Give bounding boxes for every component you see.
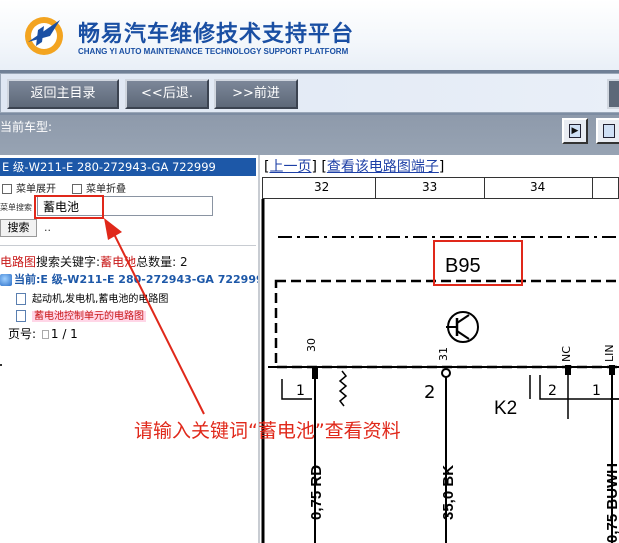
page-label: 页号: [8,327,37,341]
column-number: 33 [422,180,438,194]
annotation-text: 请输入关键词“蓄电池”查看资料 [134,420,401,442]
highlight-box [34,195,104,219]
relay-label: K2 [494,398,518,419]
menu-collapse[interactable]: 菜单折叠 [72,180,126,195]
prev-page-link[interactable]: 上一页 [269,159,311,175]
back-button[interactable]: <<后退. [125,79,209,109]
highlight-box [433,240,523,286]
column-divider [375,177,376,199]
logo-icon [25,17,63,55]
main-menu-button[interactable]: 返回主目录 [7,79,119,109]
arrow-icon [104,218,205,415]
menu-collapse-label: 菜单折叠 [86,184,126,195]
toolbar: 返回主目录 <<后退. >>前进 [0,70,619,115]
pin-number: 1 [592,383,601,399]
forward-button[interactable]: >>前进 [214,79,298,109]
pin-label: 31 [437,347,450,361]
pin-number: 2 [548,383,557,399]
column-divider [484,177,485,199]
pin-number: 2 [424,382,436,403]
brand-title: 畅易汽车维修技术支持平台 [78,22,355,47]
pin-number: 1 [296,383,305,399]
diagram-links: [上一页] [查看该电路图端子] [264,159,445,175]
summary-key-label: 搜索关键字: [36,255,101,269]
pin-label: NC [560,346,573,362]
window-icon [603,124,615,138]
resistor-icon [338,370,348,407]
collapse-icon [72,184,82,194]
page-icon [41,330,49,339]
car-type-bar [0,115,619,155]
current-car-label: 当前车型: [0,120,53,134]
page-indicator: 页号: 1 / 1 [8,325,78,342]
pin-label: LIN [603,344,616,362]
window-button[interactable] [596,118,619,144]
column-number: 32 [314,180,330,194]
view-terminals-link[interactable]: 查看该电路图端子 [327,159,439,175]
expand-icon [2,184,12,194]
search-button[interactable]: 搜索 [0,219,37,237]
column-number: 34 [530,180,546,194]
toolbar-strip: 返回主目录 <<后退. >>前进 [0,73,619,113]
menu-expand[interactable]: 菜单展开 [2,180,56,195]
dot [0,364,2,366]
toolbar-extra-button[interactable] [607,79,619,109]
wire-label: 0,75 BUWH [604,462,619,543]
column-divider [592,177,593,199]
menu-expand-label: 菜单展开 [16,184,56,195]
car-model-title: E 级-W211-E 280-272943-GA 722999 [0,158,256,176]
brand-subtitle: CHANG YI AUTO MAINTENANCE TECHNOLOGY SUP… [78,47,349,56]
page-value: 1 / 1 [50,327,78,341]
pin-label: 30 [305,338,318,352]
globe-icon [0,274,12,286]
summary-prefix: 电路图 [0,255,37,269]
document-icon [16,293,26,305]
search-ellipsis: .. [44,221,51,234]
wire-label: 35,0 BK [440,464,457,520]
document-icon [16,310,26,322]
wire-label: 0,75 RD [308,464,325,520]
panel-icon: ▶ [569,124,581,138]
panel-toggle-button[interactable]: ▶ [562,118,588,144]
search-label: 菜单搜索 [0,203,32,212]
